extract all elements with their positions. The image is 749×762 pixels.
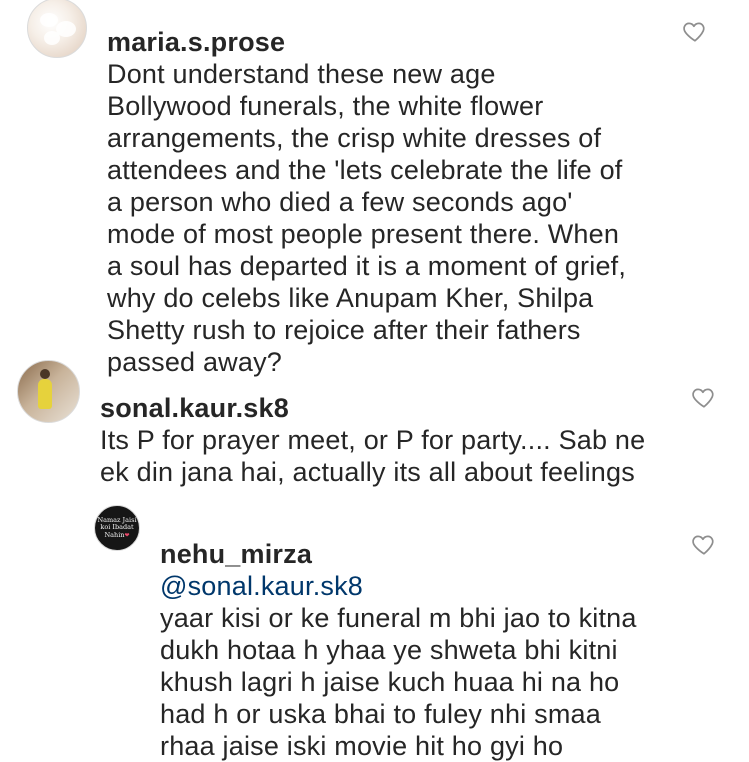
comment-body: Dont understand these new age Bollywood … [107, 59, 627, 377]
comment-body: yaar kisi or ke funeral m bhi jao to kit… [160, 603, 637, 761]
mention-link[interactable]: @sonal.kaur.sk8 [160, 571, 363, 601]
username[interactable]: sonal.kaur.sk8 [100, 393, 289, 423]
comment-text: sonal.kaur.sk8 Its P for prayer meet, or… [100, 360, 655, 492]
comment-text: nehu_mirza @sonal.kaur.sk8 yaar kisi or … [160, 506, 655, 762]
username[interactable]: maria.s.prose [107, 27, 285, 57]
heart-icon[interactable] [682, 18, 708, 44]
avatar[interactable] [27, 0, 87, 58]
avatar[interactable] [17, 360, 80, 423]
heart-icon[interactable] [691, 531, 717, 557]
username[interactable]: nehu_mirza [160, 539, 312, 569]
avatar[interactable]: Namaz Jaisi koi Ibadat Nahin❤ [94, 505, 140, 551]
comment-body: Its P for prayer meet, or P for party...… [100, 425, 646, 492]
heart-icon[interactable] [691, 384, 717, 410]
comment-text: maria.s.prose Dont understand these new … [107, 0, 627, 378]
avatar-text: Nahin❤ [104, 530, 130, 539]
comment-text-clip: sonal.kaur.sk8 Its P for prayer meet, or… [100, 360, 660, 492]
